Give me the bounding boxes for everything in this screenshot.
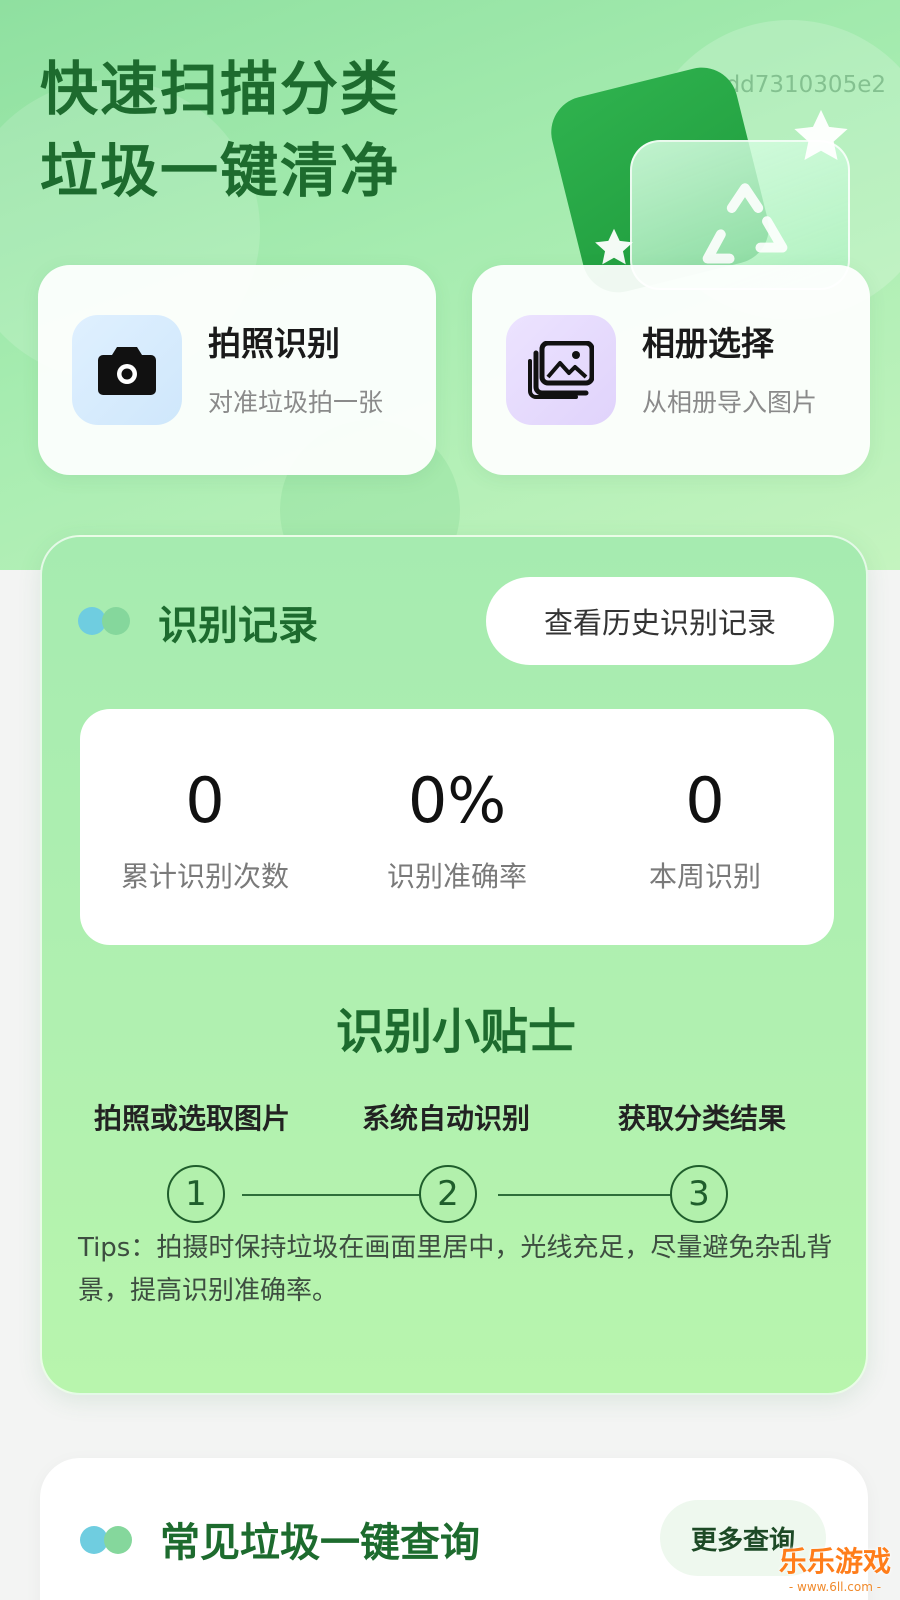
star-icon — [595, 228, 633, 265]
stat-value: 0 — [685, 764, 725, 837]
view-history-button[interactable]: 查看历史识别记录 — [486, 577, 834, 665]
photo-recognition-subtitle: 对准垃圾拍一张 — [208, 388, 384, 417]
recognition-records-panel: 识别记录 查看历史识别记录 0 累计识别次数 0% 识别准确率 0 本周识别 识… — [40, 535, 868, 1395]
section-dots-icon — [78, 607, 130, 635]
watermark-title: 乐乐游戏 — [778, 1545, 891, 1578]
photo-album-icon-box — [506, 315, 616, 425]
step-number: 3 — [670, 1165, 728, 1223]
hero-title-line-1: 快速扫描分类 — [40, 55, 401, 123]
stat-this-week: 0 本周识别 — [580, 765, 830, 895]
step-number: 2 — [419, 1165, 477, 1223]
stat-accuracy: 0% 识别准确率 — [332, 765, 582, 895]
stat-label: 累计识别次数 — [120, 860, 289, 893]
camera-icon-box — [72, 315, 182, 425]
step-number: 1 — [167, 1165, 225, 1223]
star-icon — [794, 109, 848, 160]
album-select-subtitle: 从相册导入图片 — [642, 388, 818, 417]
tips-title: 识别小贴士 — [335, 1004, 576, 1060]
records-title: 识别记录 — [158, 603, 318, 649]
album-select-title: 相册选择 — [642, 324, 774, 363]
step-label: 拍照或选取图片 — [93, 1102, 290, 1135]
stat-value: 0 — [185, 764, 225, 837]
step-label: 获取分类结果 — [617, 1102, 786, 1135]
step-label: 系统自动识别 — [361, 1102, 530, 1135]
stats-card: 0 累计识别次数 0% 识别准确率 0 本周识别 — [80, 709, 834, 945]
stat-label: 识别准确率 — [386, 860, 527, 893]
watermark-logo: 乐乐游戏 - www.6ll.com - — [770, 1540, 900, 1594]
photo-recognition-card[interactable]: 拍照识别 对准垃圾拍一张 — [38, 265, 436, 475]
common-query-card: 常见垃圾一键查询 更多查询 — [40, 1458, 868, 1600]
common-query-title: 常见垃圾一键查询 — [160, 1520, 480, 1566]
tips-text: Tips：拍摄时保持垃圾在画面里居中，光线充足，尽量避免杂乱背景，提高识别准确率… — [78, 1233, 833, 1306]
hero-title: 快速扫描分类 垃圾一键清净 — [40, 48, 400, 212]
photo-album-icon — [528, 341, 594, 399]
stat-label: 本周识别 — [648, 860, 761, 893]
camera-icon — [98, 347, 156, 395]
stat-value: 0% — [407, 764, 507, 837]
stat-total-count: 0 累计识别次数 — [80, 765, 330, 895]
album-select-card[interactable]: 相册选择 从相册导入图片 — [472, 265, 870, 475]
section-dots-icon — [80, 1526, 132, 1554]
watermark-url: - www.6ll.com - — [788, 1580, 882, 1594]
photo-recognition-title: 拍照识别 — [208, 324, 340, 363]
hero-title-line-2: 垃圾一键清净 — [40, 137, 401, 205]
